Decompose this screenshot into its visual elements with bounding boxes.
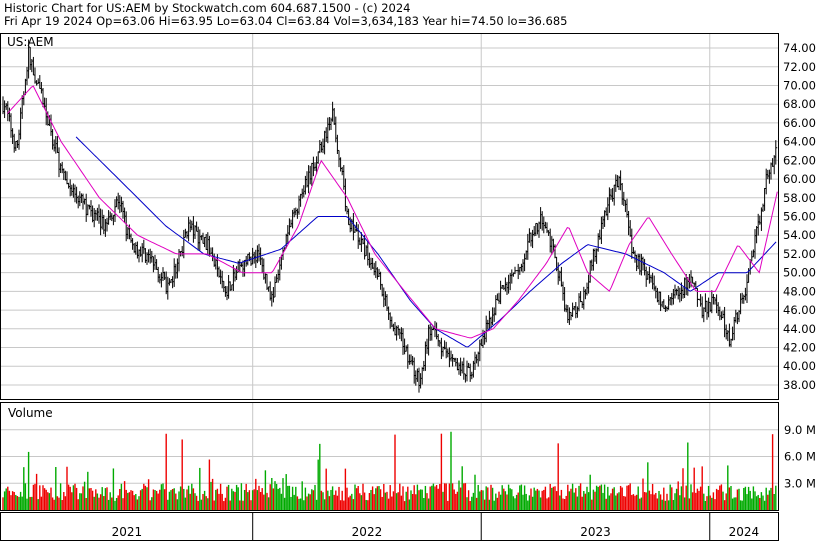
price-tick-label: 56.00 bbox=[783, 210, 816, 224]
year-label: 2024 bbox=[729, 525, 760, 539]
price-tick-label: 40.00 bbox=[783, 359, 816, 373]
price-tick-label: 48.00 bbox=[783, 284, 816, 298]
price-tick-label: 54.00 bbox=[783, 228, 816, 242]
price-volume-chart: 74.00 72.00 70.00 68.00 66.00 64.00 62.00 60.00… bbox=[0, 33, 816, 541]
volume-label: Volume bbox=[8, 406, 53, 420]
volume-axis: 9.0 M 6.0 M 3.0 M bbox=[784, 423, 816, 491]
price-tick-label: 44.00 bbox=[783, 322, 816, 336]
price-tick-label: 66.00 bbox=[783, 116, 816, 130]
year-label: 2022 bbox=[352, 525, 383, 539]
year-label: 2023 bbox=[580, 525, 611, 539]
price-tick-label: 50.00 bbox=[783, 266, 816, 280]
price-axis: 74.00 72.00 70.00 68.00 66.00 64.00 62.00 60.00… bbox=[783, 41, 816, 392]
price-tick-label: 38.00 bbox=[783, 378, 816, 392]
price-tick-label: 68.00 bbox=[783, 97, 816, 111]
price-tick-label: 46.00 bbox=[783, 303, 816, 317]
price-tick-label: 72.00 bbox=[783, 60, 816, 74]
year-axis: 2021 2022 2023 2024 bbox=[112, 513, 760, 540]
price-tick-label: 70.00 bbox=[783, 78, 816, 92]
year-label: 2021 bbox=[112, 525, 143, 539]
price-tick-label: 60.00 bbox=[783, 172, 816, 186]
symbol-label: US:AEM bbox=[7, 35, 54, 49]
price-tick-label: 64.00 bbox=[783, 135, 816, 149]
moving-average-slow-line bbox=[75, 136, 777, 348]
price-tick-label: 62.00 bbox=[783, 153, 816, 167]
price-tick-label: 42.00 bbox=[783, 341, 816, 355]
price-tick-label: 58.00 bbox=[783, 191, 816, 205]
volume-bars bbox=[2, 431, 777, 510]
price-tick-label: 52.00 bbox=[783, 247, 816, 261]
volume-tick-label: 9.0 M bbox=[784, 423, 816, 437]
volume-tick-label: 3.0 M bbox=[784, 476, 816, 490]
price-tick-label: 74.00 bbox=[783, 41, 816, 55]
volume-tick-label: 6.0 M bbox=[784, 450, 816, 464]
